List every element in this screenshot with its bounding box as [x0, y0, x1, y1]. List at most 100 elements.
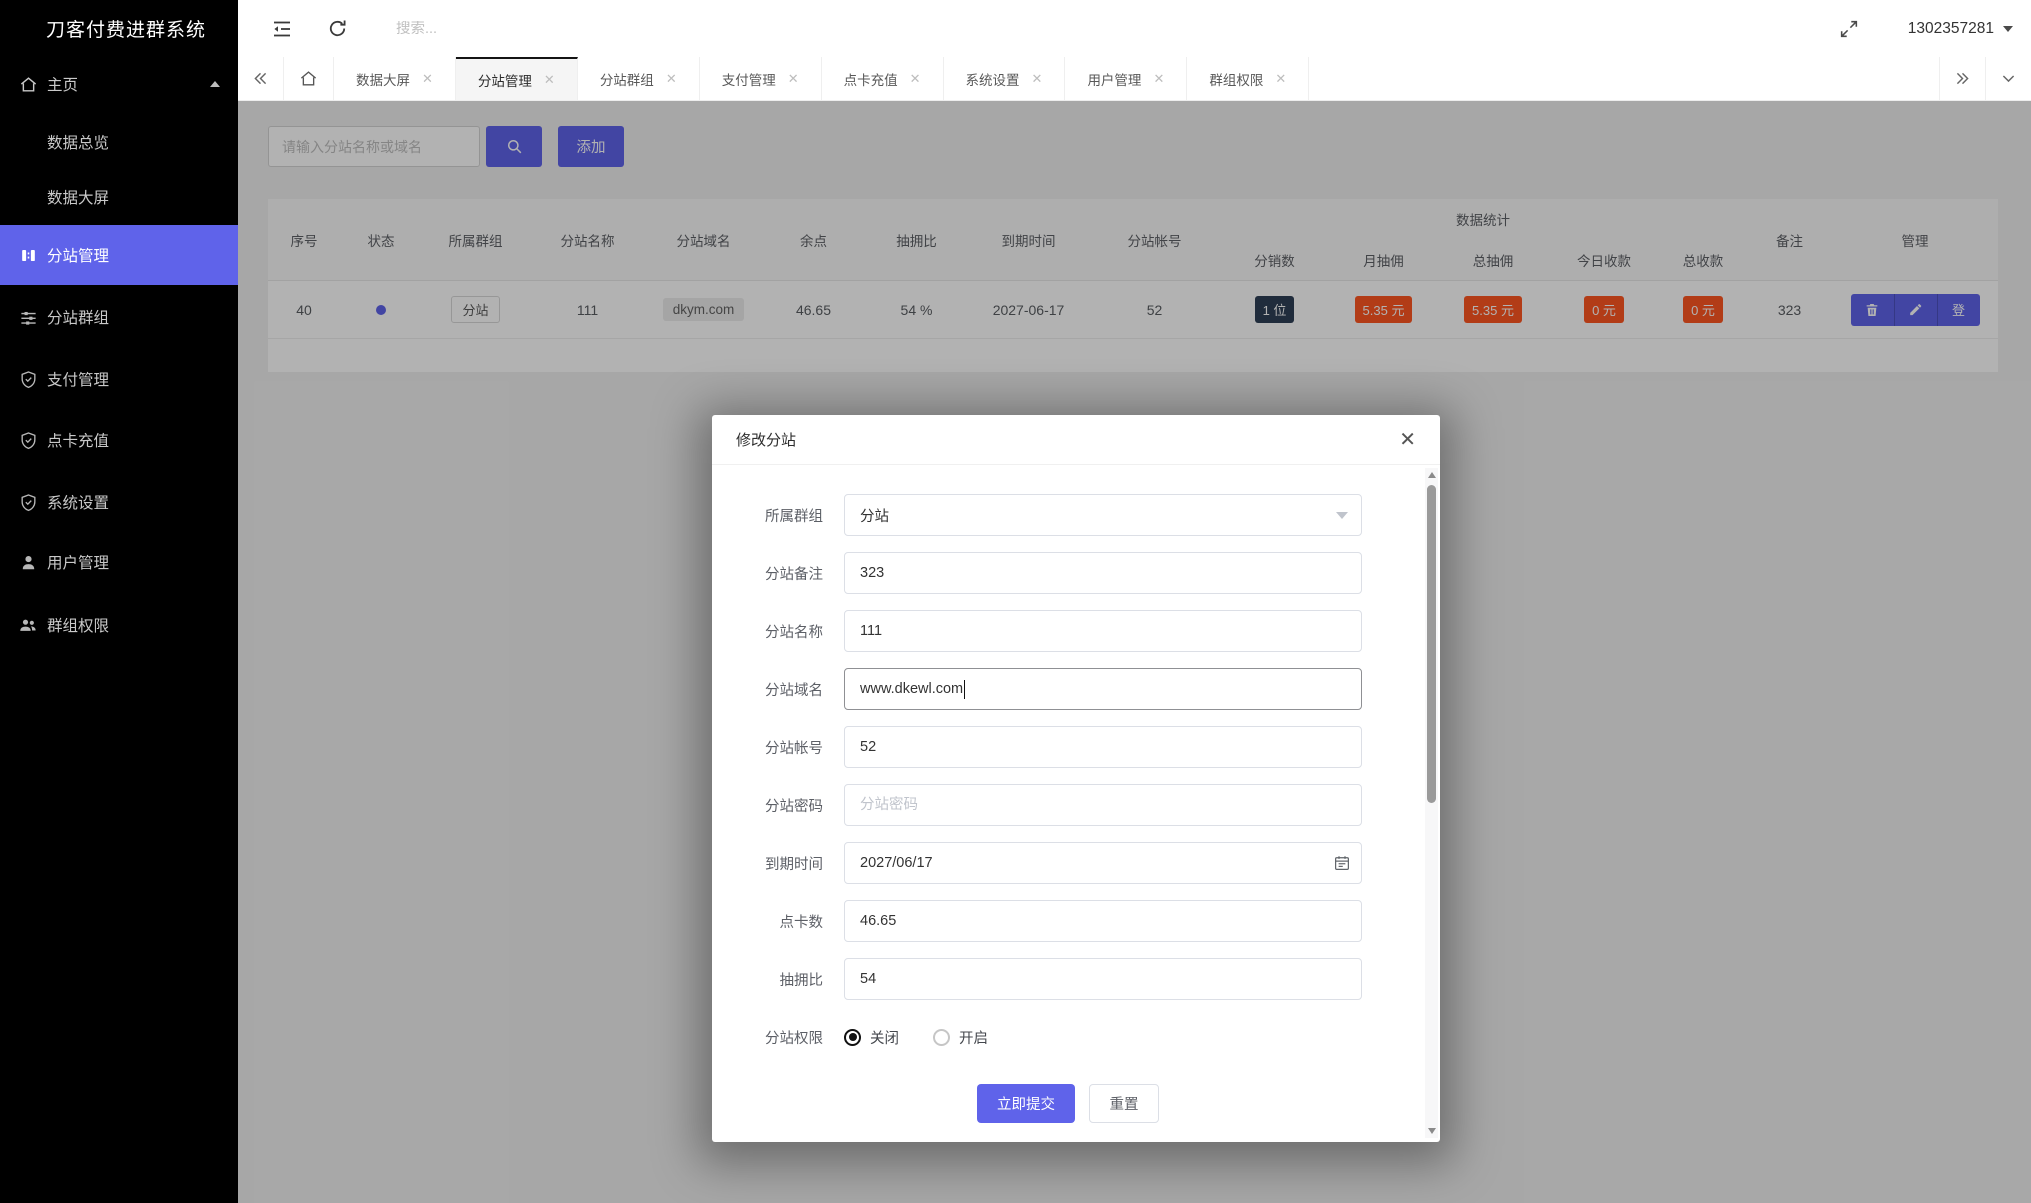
modal-scrollbar[interactable] [1425, 468, 1438, 1138]
tab-site-manage[interactable]: 分站管理 ✕ [455, 57, 578, 100]
sidebar-item-site-groups[interactable]: 分站群组 [0, 296, 238, 338]
edit-site-modal: 修改分站 ✕ 所属群组 分站 分站备注 分站名称 [712, 415, 1440, 1142]
topbar-right: 1302357281 [1838, 18, 2031, 40]
sidebar-item-data-screen[interactable]: 数据大屏 [0, 176, 238, 218]
field-label: 分站备注 [765, 566, 823, 583]
tab-group-permission[interactable]: 群组权限 ✕ [1187, 57, 1310, 100]
sidebar-item-label: 用户管理 [47, 555, 110, 572]
close-icon[interactable]: ✕ [666, 71, 677, 87]
form-row-name: 分站名称 [712, 610, 1424, 652]
form-row-domain: 分站域名 www.dkewl.com [712, 668, 1424, 710]
scroll-down-arrow[interactable] [1425, 1124, 1438, 1138]
close-icon[interactable]: ✕ [1032, 71, 1043, 87]
scroll-up-arrow[interactable] [1425, 468, 1438, 482]
field-label: 所属群组 [765, 508, 823, 525]
users-icon [18, 615, 38, 635]
tab-payment[interactable]: 支付管理 ✕ [700, 57, 822, 100]
sidebar-item-data-overview[interactable]: 数据总览 [0, 121, 238, 163]
tab-label: 点卡充值 [843, 72, 898, 88]
refresh-icon[interactable] [326, 17, 350, 41]
expire-date-field[interactable]: 2027/06/17 [844, 842, 1362, 884]
close-icon[interactable]: ✕ [1275, 71, 1286, 87]
password-field[interactable] [844, 784, 1362, 826]
tabs-scroll-right[interactable] [1939, 57, 1985, 100]
radio-unselected-icon [933, 1028, 950, 1046]
chevron-up-icon [210, 81, 220, 87]
close-icon[interactable]: ✕ [1153, 71, 1164, 87]
sidebar-item-label: 系统设置 [47, 495, 110, 512]
tab-data-screen[interactable]: 数据大屏 ✕ [334, 57, 456, 100]
user-icon [18, 552, 38, 572]
tabs-scroll-left[interactable] [238, 57, 284, 100]
sidebar-item-label: 分站群组 [47, 310, 110, 327]
sidebar-item-site-manage[interactable]: 分站管理 [0, 225, 238, 285]
site-name-field[interactable] [844, 610, 1362, 652]
sidebar-item-group-permission[interactable]: 群组权限 [0, 604, 238, 646]
app-window: 刀客付费进群系统 主页 数据总览 数据大屏 分站管理 分站群组 支付管理 点卡充… [0, 0, 2031, 1203]
form-row-remark: 分站备注 [712, 552, 1424, 594]
tab-spacer [1309, 57, 1939, 100]
radio-selected-icon [844, 1028, 861, 1046]
sidebar-item-label: 数据大屏 [47, 190, 110, 207]
menu-fold-icon[interactable] [270, 17, 294, 41]
reset-button[interactable]: 重置 [1089, 1084, 1159, 1123]
remark-field[interactable] [844, 552, 1362, 594]
field-label: 分站帐号 [765, 740, 823, 757]
domain-field[interactable]: www.dkewl.com [844, 668, 1362, 710]
chevron-down-icon [1336, 512, 1348, 519]
form-row-group: 所属群组 分站 [712, 494, 1424, 536]
field-label: 到期时间 [765, 856, 823, 873]
sidebar: 刀客付费进群系统 主页 数据总览 数据大屏 分站管理 分站群组 支付管理 点卡充… [0, 0, 238, 1203]
tab-site-groups[interactable]: 分站群组 ✕ [578, 57, 700, 100]
form-row-account: 分站帐号 [712, 726, 1424, 768]
selected-option: 分站 [860, 508, 889, 525]
global-search-input[interactable] [396, 20, 716, 37]
app-title: 刀客付费进群系统 [46, 20, 207, 41]
tab-home[interactable] [284, 57, 334, 100]
close-icon[interactable]: ✕ [788, 71, 799, 87]
field-label: 分站权限 [765, 1030, 823, 1047]
sidebar-item-system-settings[interactable]: 系统设置 [0, 481, 238, 523]
radio-open[interactable]: 开启 [933, 1027, 988, 1048]
user-menu[interactable]: 1302357281 [1908, 20, 2013, 38]
domain-value: www.dkewl.com [860, 681, 964, 697]
close-icon[interactable]: ✕ [910, 71, 921, 87]
close-icon[interactable]: ✕ [422, 71, 433, 87]
sidebar-item-home[interactable]: 主页 [0, 63, 238, 105]
fullscreen-icon[interactable] [1838, 18, 1860, 40]
caret-down-icon [2003, 25, 2013, 32]
shield-check-icon [18, 369, 38, 389]
close-icon[interactable]: ✕ [544, 72, 555, 88]
close-icon[interactable]: ✕ [1399, 430, 1416, 450]
scrollbar-thumb[interactable] [1427, 485, 1436, 803]
sidebar-item-label: 点卡充值 [47, 433, 110, 450]
sidebar-item-card-recharge[interactable]: 点卡充值 [0, 419, 238, 461]
tab-card-recharge[interactable]: 点卡充值 ✕ [822, 57, 944, 100]
sidebar-item-label: 主页 [47, 77, 79, 94]
shield-check-icon [18, 430, 38, 450]
modal-body: 所属群组 分站 分站备注 分站名称 分站域名 [712, 465, 1424, 1078]
sidebar-item-user-manage[interactable]: 用户管理 [0, 541, 238, 583]
calendar-icon[interactable] [1333, 854, 1351, 872]
submit-button[interactable]: 立即提交 [977, 1084, 1075, 1123]
radio-close[interactable]: 关闭 [844, 1027, 899, 1048]
radio-label: 关闭 [870, 1030, 899, 1047]
field-label: 抽拥比 [779, 972, 824, 989]
points-field[interactable] [844, 900, 1362, 942]
field-label: 点卡数 [779, 914, 824, 931]
modal-footer: 立即提交 重置 [712, 1084, 1424, 1123]
tab-label: 系统设置 [965, 72, 1020, 88]
group-select[interactable]: 分站 [844, 494, 1362, 536]
topbar: 1302357281 [238, 0, 2031, 57]
tab-user-manage[interactable]: 用户管理 ✕ [1065, 57, 1188, 100]
tab-system-settings[interactable]: 系统设置 ✕ [944, 57, 1066, 100]
commission-field[interactable] [844, 958, 1362, 1000]
form-row-password: 分站密码 [712, 784, 1424, 826]
account-field[interactable] [844, 726, 1362, 768]
site-manage-icon [18, 245, 38, 265]
sliders-icon [18, 307, 38, 327]
field-label: 分站域名 [765, 682, 823, 699]
sidebar-item-payment[interactable]: 支付管理 [0, 358, 238, 400]
tabs-menu-chevron[interactable] [1985, 57, 2031, 100]
modal-header: 修改分站 ✕ [712, 415, 1440, 465]
